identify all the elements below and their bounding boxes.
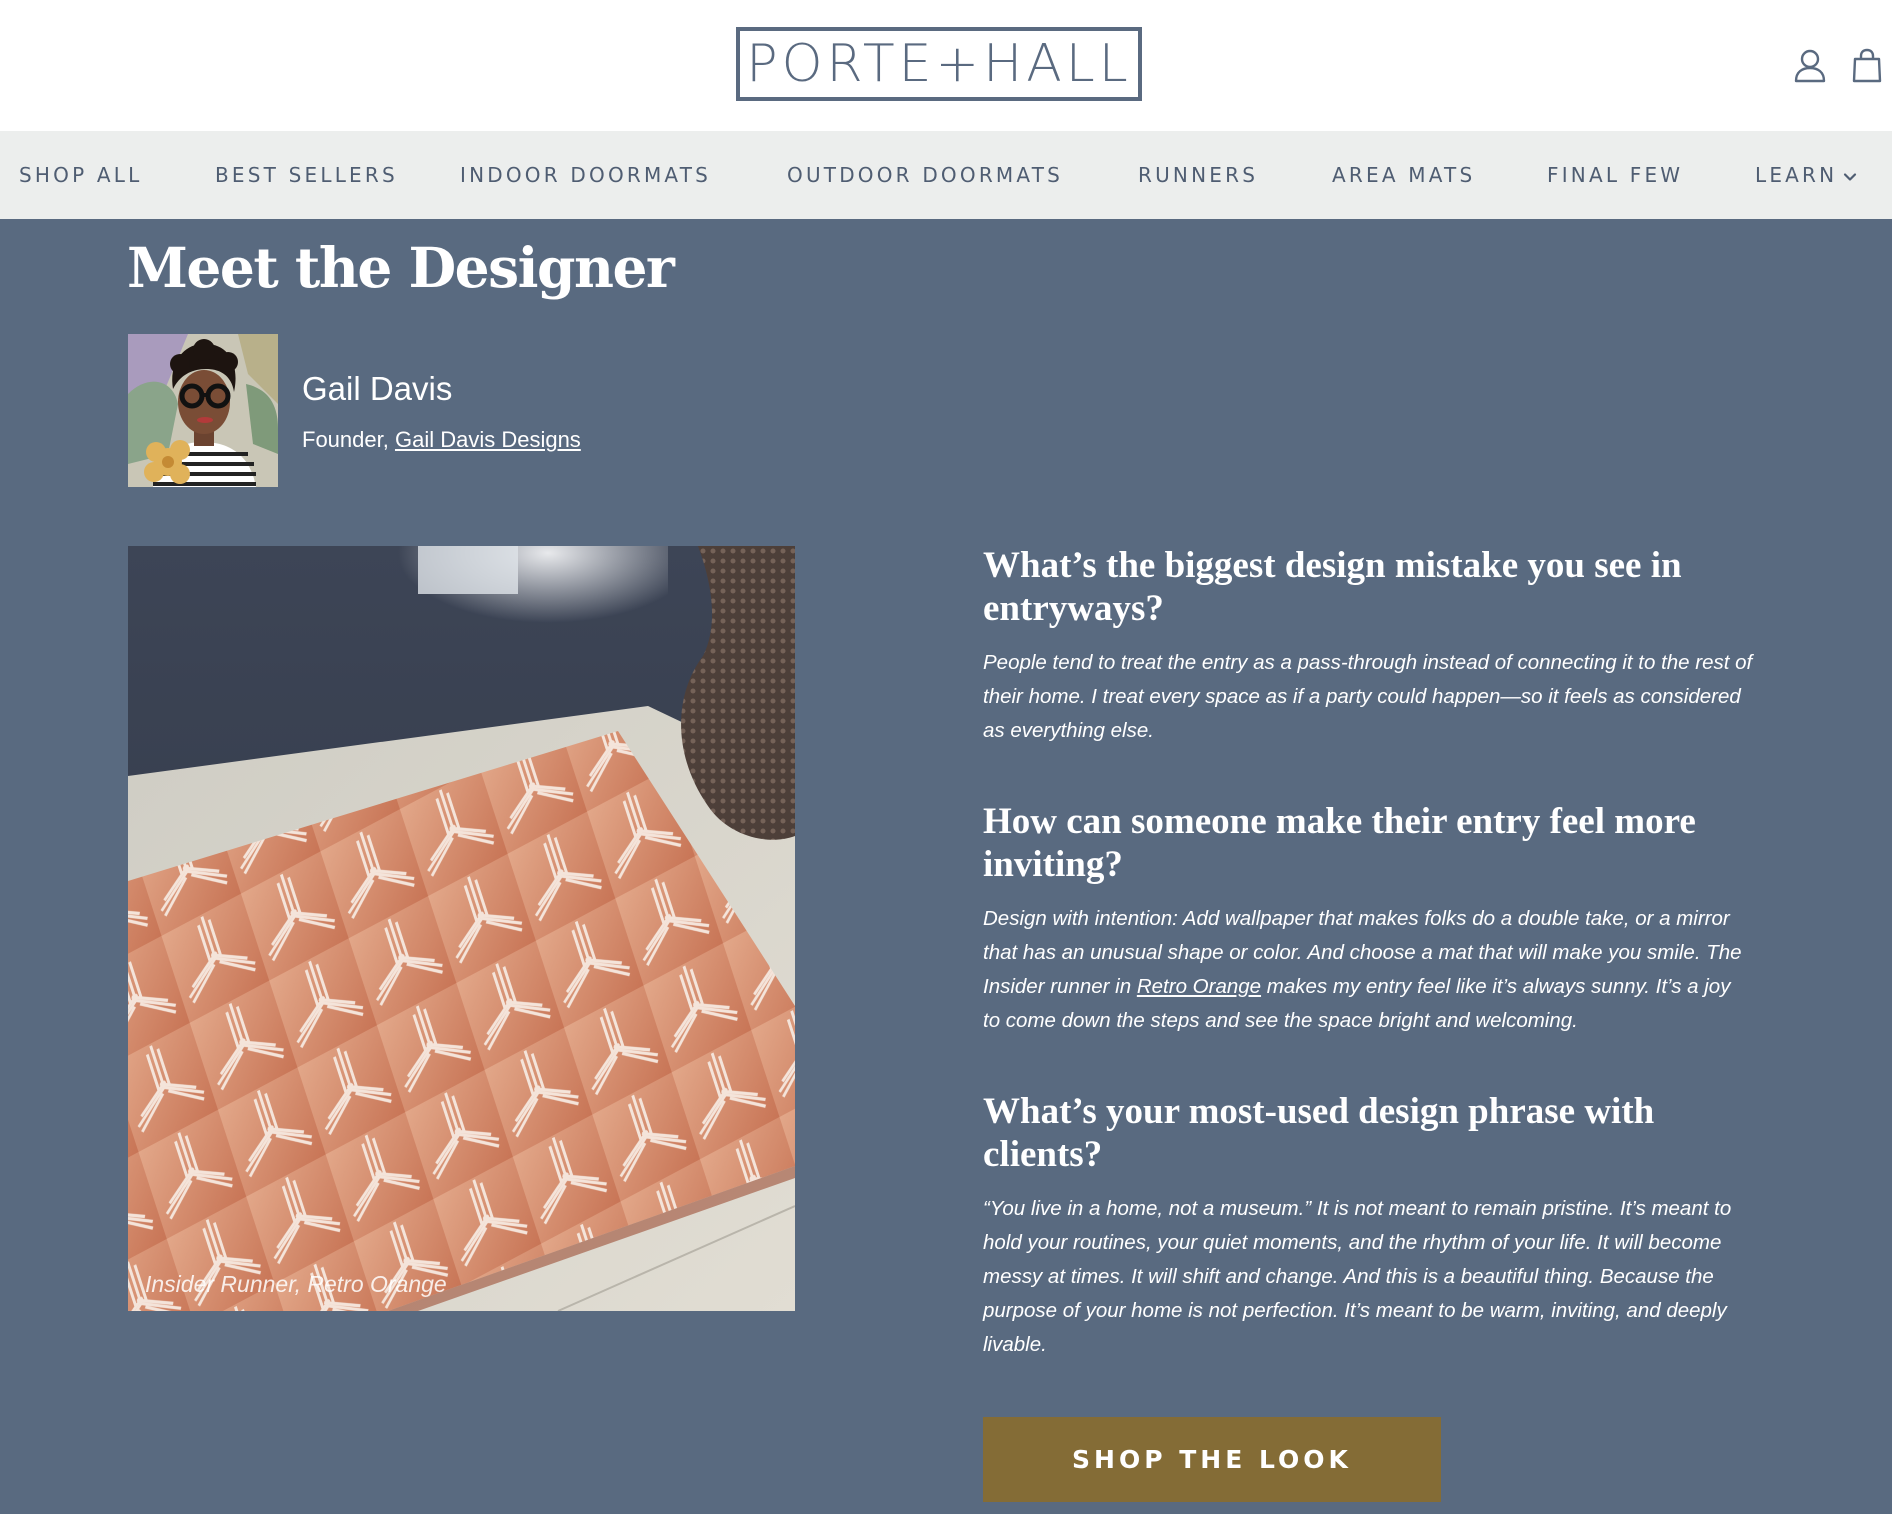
page-title: Meet the Designer [127,235,675,300]
shop-the-look-button[interactable]: SHOP THE LOOK [983,1417,1441,1502]
qa-item: What’s your most-used design phrase with… [983,1090,1753,1362]
nav-item-area-mats[interactable]: AREA MATS [1332,131,1475,219]
nav-item-indoor-doormats[interactable]: INDOOR DOORMATS [460,131,711,219]
photo-caption: Insider Runner, Retro Orange [145,1271,447,1297]
designer-name: Gail Davis [302,370,453,407]
nav-item-outdoor-doormats[interactable]: OUTDOOR DOORMATS [787,131,1063,219]
retro-orange-link[interactable]: Retro Orange [1137,975,1261,998]
shopping-bag-icon[interactable] [1850,48,1884,84]
qa-answer: Design with intention: Add wallpaper tha… [983,902,1753,1038]
qa-answer: “You live in a home, not a museum.” It i… [983,1197,1732,1356]
nav-item-final-few[interactable]: FINAL FEW [1547,131,1683,219]
nav-item-shop-all[interactable]: SHOP ALL [19,131,142,219]
chevron-down-icon [1844,172,1857,181]
nav-item-learn-label: LEARN [1755,163,1838,187]
main-nav: SHOP ALL BEST SELLERS INDOOR DOORMATS OU… [0,131,1892,219]
designer-role-prefix: Founder, [302,427,389,452]
designer-avatar [128,334,278,487]
qa-question: What’s the biggest design mistake you se… [983,545,1682,629]
nav-item-runners[interactable]: RUNNERS [1138,131,1258,219]
nav-item-best-sellers[interactable]: BEST SELLERS [215,131,398,219]
porte-hall-logo[interactable]: PORTE+HALL [736,27,1142,101]
site-header: PORTE+HALL [0,0,1892,131]
insider-runner-photo [128,546,795,1311]
person-outline-icon[interactable] [1793,48,1827,84]
designer-role: Founder, Gail Davis Designs [302,424,581,456]
qa-item: What’s the biggest design mistake you se… [983,544,1753,748]
designer-portrait-image [128,334,278,487]
designer-company-link[interactable]: Gail Davis Designs [395,427,581,452]
qa-question: What’s your most-used design phrase with… [983,1091,1655,1175]
product-photo [128,546,795,1311]
qa-answer: People tend to treat the entry as a pass… [983,651,1753,742]
logo-text: PORTE+HALL [746,34,1132,94]
nav-item-learn[interactable]: LEARN [1755,131,1857,219]
qa-item: How can someone make their entry feel mo… [983,800,1753,1038]
qa-question: How can someone make their entry feel mo… [983,801,1696,885]
